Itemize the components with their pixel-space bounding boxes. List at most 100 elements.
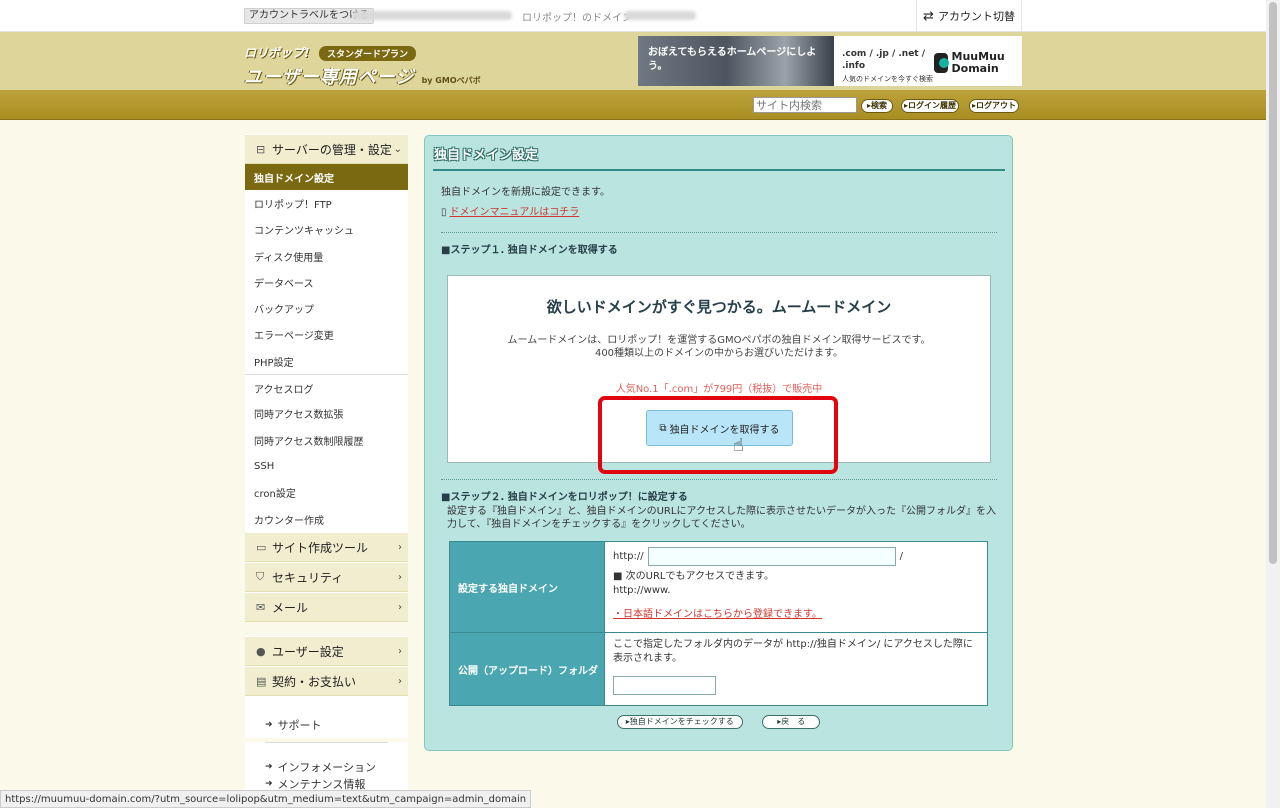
banner-tld-list: .com / .jp / .net / .info [842, 49, 926, 71]
form-buttons: ▸独自ドメインをチェックする ▸戻 る [425, 714, 1012, 729]
arrow-right-icon: ➜ [265, 779, 273, 790]
jp-domain-link[interactable]: ・日本語ドメインはこちらから登録できます。 [613, 608, 979, 622]
sidebar-item-ftp[interactable]: ロリポップ！FTP [245, 190, 408, 217]
sidebar-item-access-log[interactable]: アクセスログ [245, 374, 408, 401]
promo-description: ムームードメインは、ロリポップ！を運営するGMOペパボの独自ドメイン取得サービス… [448, 334, 990, 360]
promo-desc-line1: ムームードメインは、ロリポップ！を運営するGMOペパボの独自ドメイン取得サービス… [507, 335, 931, 346]
login-history-button[interactable]: ▸ログイン履歴 [901, 99, 959, 113]
muumuu-banner[interactable]: おぼえてもらえるホームページにしよう。 .com / .jp / .net / … [638, 36, 1022, 86]
nav-bar: ▸検索 ▸ログイン履歴 ▸ログアウト [0, 90, 1266, 120]
vertical-scrollbar[interactable] [1266, 0, 1280, 808]
scrollbar-thumb[interactable] [1269, 2, 1277, 564]
sidebar-section-label: ユーザー設定 [272, 644, 344, 659]
folder-input-cell: ここで指定したフォルダ内のデータが http://独自ドメイン/ にアクセスした… [604, 632, 988, 706]
domain-name-blurred [624, 11, 696, 20]
sidebar-section-billing[interactable]: ▤ 契約・お支払い › [245, 666, 408, 697]
sidebar-link-label: サポート [277, 719, 322, 733]
domain-input-cell: http:// / ■ 次のURLでもアクセスできます。 http://www.… [604, 541, 988, 633]
chevron-right-icon: › [398, 571, 402, 583]
domain-form-table: 設定する独自ドメイン http:// / ■ 次のURLでもアクセスできます。 … [449, 541, 988, 706]
top-bar: アカウントラベルをつける ロリポップ！のドメイン ⇄ アカウント切替 [0, 0, 1266, 32]
sidebar-section-site-tools[interactable]: ▭ サイト作成ツール › [245, 532, 408, 563]
slash-suffix: / [899, 550, 904, 562]
folder-description: ここで指定したフォルダ内のデータが http://独自ドメイン/ にアクセスした… [613, 639, 973, 664]
domain-input[interactable] [647, 547, 896, 566]
sidebar-link-support[interactable]: ➜ サポート [245, 712, 408, 739]
highlight-frame [598, 396, 838, 474]
swap-arrows-icon: ⇄ [923, 8, 934, 24]
step2-description: 設定する『独自ドメイン』と、独自ドメインのURLにアクセスした際に表示させたいデ… [447, 506, 996, 530]
hand-cursor-icon: ☝ [733, 435, 744, 456]
lolipop-logo[interactable]: ロリポップ! スタンダードプラン ユーザー専用ページ by GMOペパボ [244, 44, 481, 89]
sidebar-section-label: メール [272, 600, 309, 615]
book-icon: ▯ [441, 207, 447, 218]
account-switch-label: アカウント切替 [937, 10, 1015, 23]
sidebar-section-user[interactable]: ● ユーザー設定 › [245, 636, 408, 667]
sidebar: ⊟ サーバーの管理・設定 ⌄ 独自ドメイン設定 ロリポップ！FTP コンテンツキ… [245, 134, 408, 793]
credit-card-icon: ▤ [256, 674, 267, 688]
envelope-icon: ✉ [256, 600, 266, 614]
status-bar-url: https://muumuu-domain.com/?utm_source=lo… [0, 790, 532, 808]
divider [441, 232, 997, 233]
banner-sub: 人気のドメインを今すぐ検索 [842, 75, 933, 83]
chevron-right-icon: › [398, 541, 402, 553]
http-prefix: http:// [613, 550, 644, 562]
sidebar-section-label: サイト作成ツール [272, 540, 369, 555]
search-button[interactable]: ▸検索 [861, 99, 893, 113]
sidebar-section-mail[interactable]: ✉ メール › [245, 592, 408, 623]
sidebar-link-information[interactable]: ➜ インフォメーション [245, 758, 408, 777]
logo-by: by GMOペパボ [421, 76, 481, 85]
shield-icon: ⛉ [256, 570, 265, 584]
lolipop-domain-label: ロリポップ！のドメイン [522, 13, 632, 24]
promo-sale: 人気No.1「.com」が799円（税抜）で販売中 [615, 384, 823, 395]
plan-badge: スタンダードプラン [318, 46, 416, 61]
sidebar-item-concurrent[interactable]: 同時アクセス数拡張 [245, 400, 408, 427]
user-icon: ● [256, 644, 266, 658]
sidebar-section-label: 契約・お支払い [272, 674, 357, 689]
logo-brand: ロリポップ! [244, 46, 310, 60]
sidebar-item-concurrent-history[interactable]: 同時アクセス数制限履歴 [245, 426, 408, 454]
logo-title-text: ユーザー専用ページ [244, 67, 415, 88]
sidebar-item-database[interactable]: データベース [245, 269, 408, 296]
step1-heading: ■ステップ１. 独自ドメインを取得する [441, 245, 618, 256]
promo-desc-line2: 400種類以上のドメインの中からお選びいただけます。 [594, 348, 844, 359]
sidebar-section-server[interactable]: ⊟ サーバーの管理・設定 ⌄ [245, 134, 408, 164]
jp-domain-link-text: ・日本語ドメインはこちらから登録できます。 [613, 609, 822, 620]
sidebar-gap [245, 622, 408, 637]
sidebar-item-disk[interactable]: ディスク使用量 [245, 242, 408, 270]
folder-input[interactable] [613, 676, 716, 695]
sidebar-item-ssh[interactable]: SSH [245, 453, 408, 480]
muumuu-brand-text: MuuMuu Domain [951, 50, 1005, 75]
manual-link[interactable]: ▯ ドメインマニュアルはコチラ [441, 203, 579, 218]
sidebar-item-cron[interactable]: cron設定 [245, 479, 408, 506]
arrow-right-icon: ➜ [265, 762, 273, 773]
page-title: 独自ドメイン設定 [434, 148, 539, 163]
promo-heading: 欲しいドメインがすぐ見つかる。ムームードメイン [546, 298, 892, 316]
sidebar-item-error-page[interactable]: エラーページ変更 [245, 321, 408, 349]
sidebar-item-cache[interactable]: コンテンツキャッシュ [245, 216, 408, 243]
account-switch-button[interactable]: ⇄ アカウント切替 [916, 0, 1022, 32]
sidebar-item-php[interactable]: PHP設定 [245, 348, 408, 375]
logo-title: ユーザー専用ページ by GMOペパボ [244, 63, 481, 89]
sidebar-spacer [245, 696, 408, 713]
laptop-icon: ▭ [256, 540, 267, 554]
banner-text: おぼえてもらえるホームページにしよう。 [648, 47, 817, 72]
sidebar-item-backup[interactable]: バックアップ [245, 295, 408, 322]
banner-photo: おぼえてもらえるホームページにしよう。 [638, 36, 834, 86]
sidebar-section-label: サーバーの管理・設定 [272, 142, 392, 157]
sidebar-spacer [245, 742, 408, 759]
server-icon: ⊟ [256, 142, 266, 156]
sidebar-item-counter[interactable]: カウンター作成 [245, 505, 408, 533]
site-search-input[interactable] [753, 97, 857, 113]
sidebar-item-domain[interactable]: 独自ドメイン設定 [245, 164, 408, 191]
back-button[interactable]: ▸戻 る [762, 715, 821, 729]
chevron-right-icon: › [398, 601, 402, 613]
sidebar-section-security[interactable]: ⛉ セキュリティ › [245, 562, 408, 593]
logout-button[interactable]: ▸ログアウト [969, 99, 1019, 113]
chevron-down-icon: ⌄ [393, 143, 402, 155]
chevron-right-icon: › [398, 645, 402, 657]
www-prefix: http://www. [613, 585, 671, 596]
banner-tlds: .com / .jp / .net / .info 人気のドメインを今すぐ検索 [834, 36, 934, 86]
row-label-folder: 公開（アップロード）フォルダ [449, 632, 605, 706]
check-domain-button[interactable]: ▸独自ドメインをチェックする [616, 715, 743, 729]
